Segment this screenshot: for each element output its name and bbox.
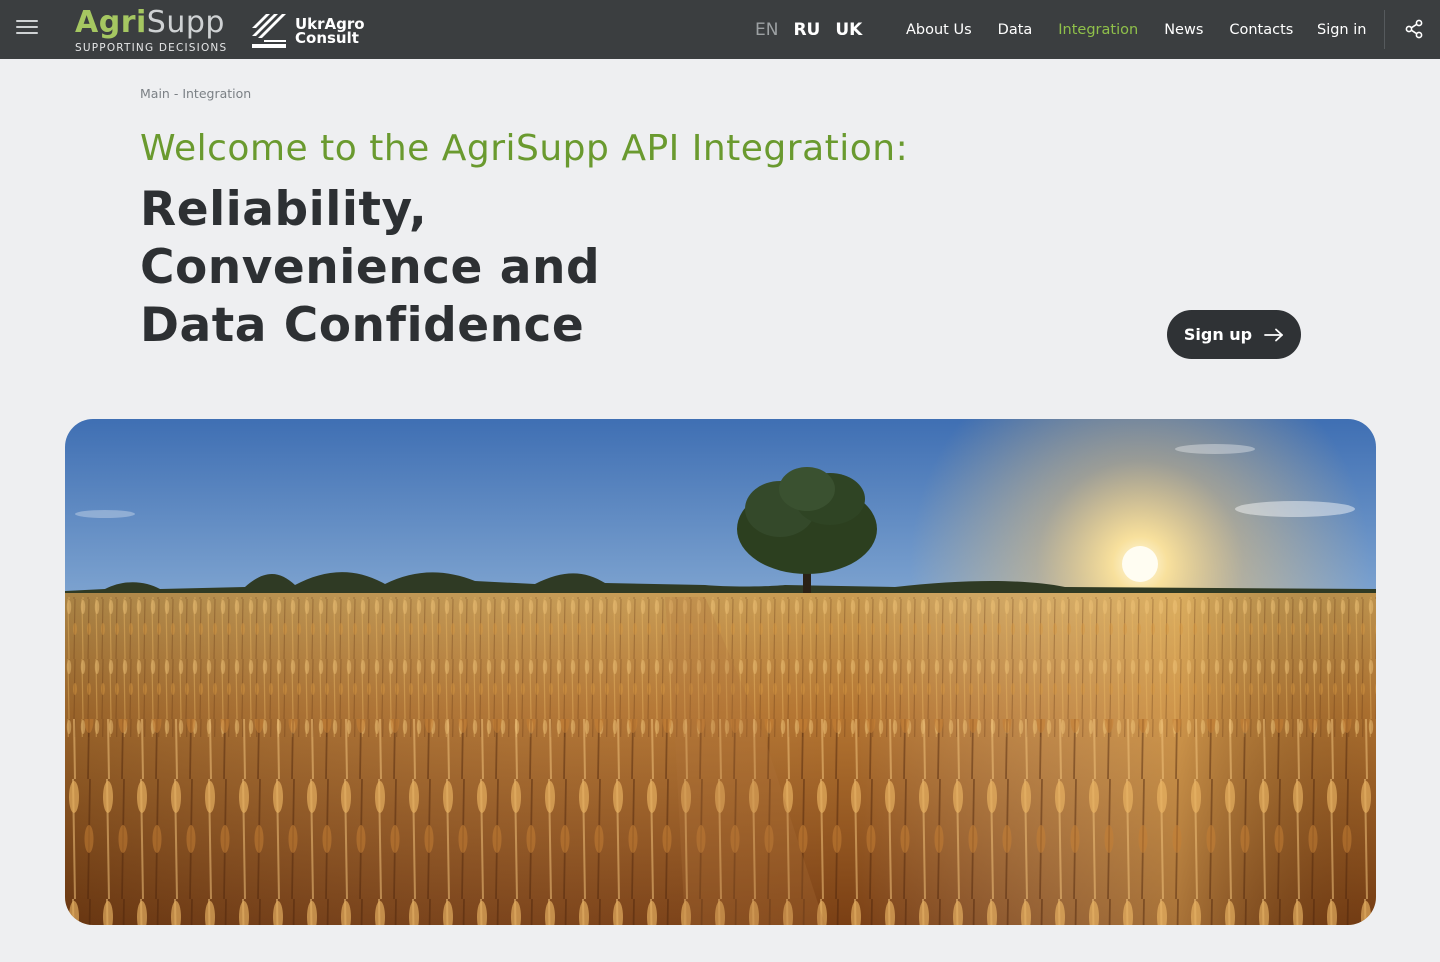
hamburger-menu-icon[interactable]	[16, 20, 38, 38]
logo-tagline: SUPPORTING DECISIONS	[75, 42, 228, 54]
welcome-title: Welcome to the AgriSupp API Integration:	[140, 128, 909, 169]
nav-data[interactable]: Data	[998, 22, 1033, 38]
nav-about-us[interactable]: About Us	[906, 22, 972, 38]
wheat-field-sunset-image	[65, 419, 1376, 925]
nav-contacts[interactable]: Contacts	[1229, 22, 1293, 38]
language-switcher: EN RU UK	[755, 0, 862, 59]
header-divider	[1384, 10, 1385, 49]
top-navigation-bar: AgriSupp SUPPORTING DECISIONS UkrAgro Co…	[0, 0, 1440, 59]
headline-line: Data Confidence	[140, 298, 585, 353]
headline-line: Reliability,	[140, 182, 428, 237]
sign-up-button[interactable]: Sign up	[1167, 310, 1301, 359]
sign-up-label: Sign up	[1183, 325, 1253, 344]
lang-ru[interactable]: RU	[793, 20, 820, 40]
breadcrumb-main[interactable]: Main	[140, 86, 170, 101]
breadcrumb-current: Integration	[182, 86, 252, 101]
sign-in-link[interactable]: Sign in	[1317, 0, 1366, 59]
page-headline: Reliability, Convenience and Data Confid…	[140, 181, 600, 355]
headline-line: Convenience and	[140, 240, 601, 295]
agrisupp-logo[interactable]: AgriSupp SUPPORTING DECISIONS	[75, 6, 235, 56]
logo-word-agri: Agri	[75, 5, 147, 40]
ukragro-mark-icon	[252, 14, 286, 48]
main-nav: About Us Data Integration News Contacts	[906, 0, 1319, 59]
logo-word-supp: Supp	[146, 5, 225, 40]
arrow-right-icon	[1264, 328, 1284, 341]
breadcrumb-separator: -	[173, 86, 179, 101]
lang-en[interactable]: EN	[755, 20, 778, 40]
lang-uk[interactable]: UK	[835, 20, 862, 40]
nav-integration[interactable]: Integration	[1058, 22, 1138, 38]
breadcrumb: Main - Integration	[140, 86, 251, 101]
ukragro-consult-logo[interactable]: UkrAgro Consult	[250, 12, 370, 48]
share-icon[interactable]	[1404, 19, 1424, 39]
hero-image-wheat-field	[65, 419, 1376, 925]
partner-line2: Consult	[295, 29, 359, 47]
nav-news[interactable]: News	[1164, 22, 1203, 38]
